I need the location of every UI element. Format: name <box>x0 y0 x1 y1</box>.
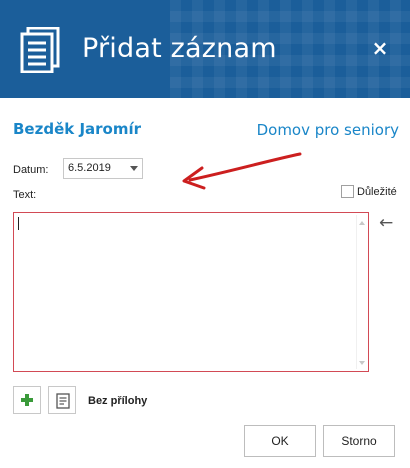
scroll-down-icon[interactable] <box>359 361 365 365</box>
document-list-icon <box>56 393 70 409</box>
annotation-arrow-icon <box>182 152 302 190</box>
date-label: Datum: <box>13 164 49 176</box>
dialog-title: Přidat záznam <box>82 33 277 64</box>
date-select[interactable]: 6.5.2019 <box>63 158 143 179</box>
text-label: Text: <box>13 189 37 201</box>
important-checkbox[interactable]: Důležité <box>341 185 397 198</box>
attachment-list-button[interactable] <box>48 386 76 414</box>
add-attachment-button[interactable] <box>13 386 41 414</box>
important-label: Důležité <box>357 185 397 198</box>
text-area[interactable] <box>13 212 369 372</box>
date-value: 6.5.2019 <box>68 162 111 174</box>
plus-icon-vertical <box>25 394 29 406</box>
scroll-up-icon[interactable] <box>359 221 365 225</box>
attachment-status: Bez přílohy <box>88 395 148 407</box>
chevron-down-icon <box>130 166 138 171</box>
arrow-left-icon[interactable]: ← <box>379 213 393 233</box>
close-icon[interactable]: × <box>370 38 390 58</box>
cancel-button[interactable]: Storno <box>323 425 395 457</box>
text-scrollbar[interactable] <box>356 215 366 369</box>
client-name: Bezděk Jaromír <box>13 120 142 138</box>
dialog-header: Přidat záznam × <box>0 0 410 98</box>
checkbox-box[interactable] <box>341 185 354 198</box>
text-caret <box>18 217 19 230</box>
ok-button[interactable]: OK <box>244 425 316 457</box>
facility-name: Domov pro seniory <box>256 121 399 139</box>
document-icon <box>20 27 60 73</box>
